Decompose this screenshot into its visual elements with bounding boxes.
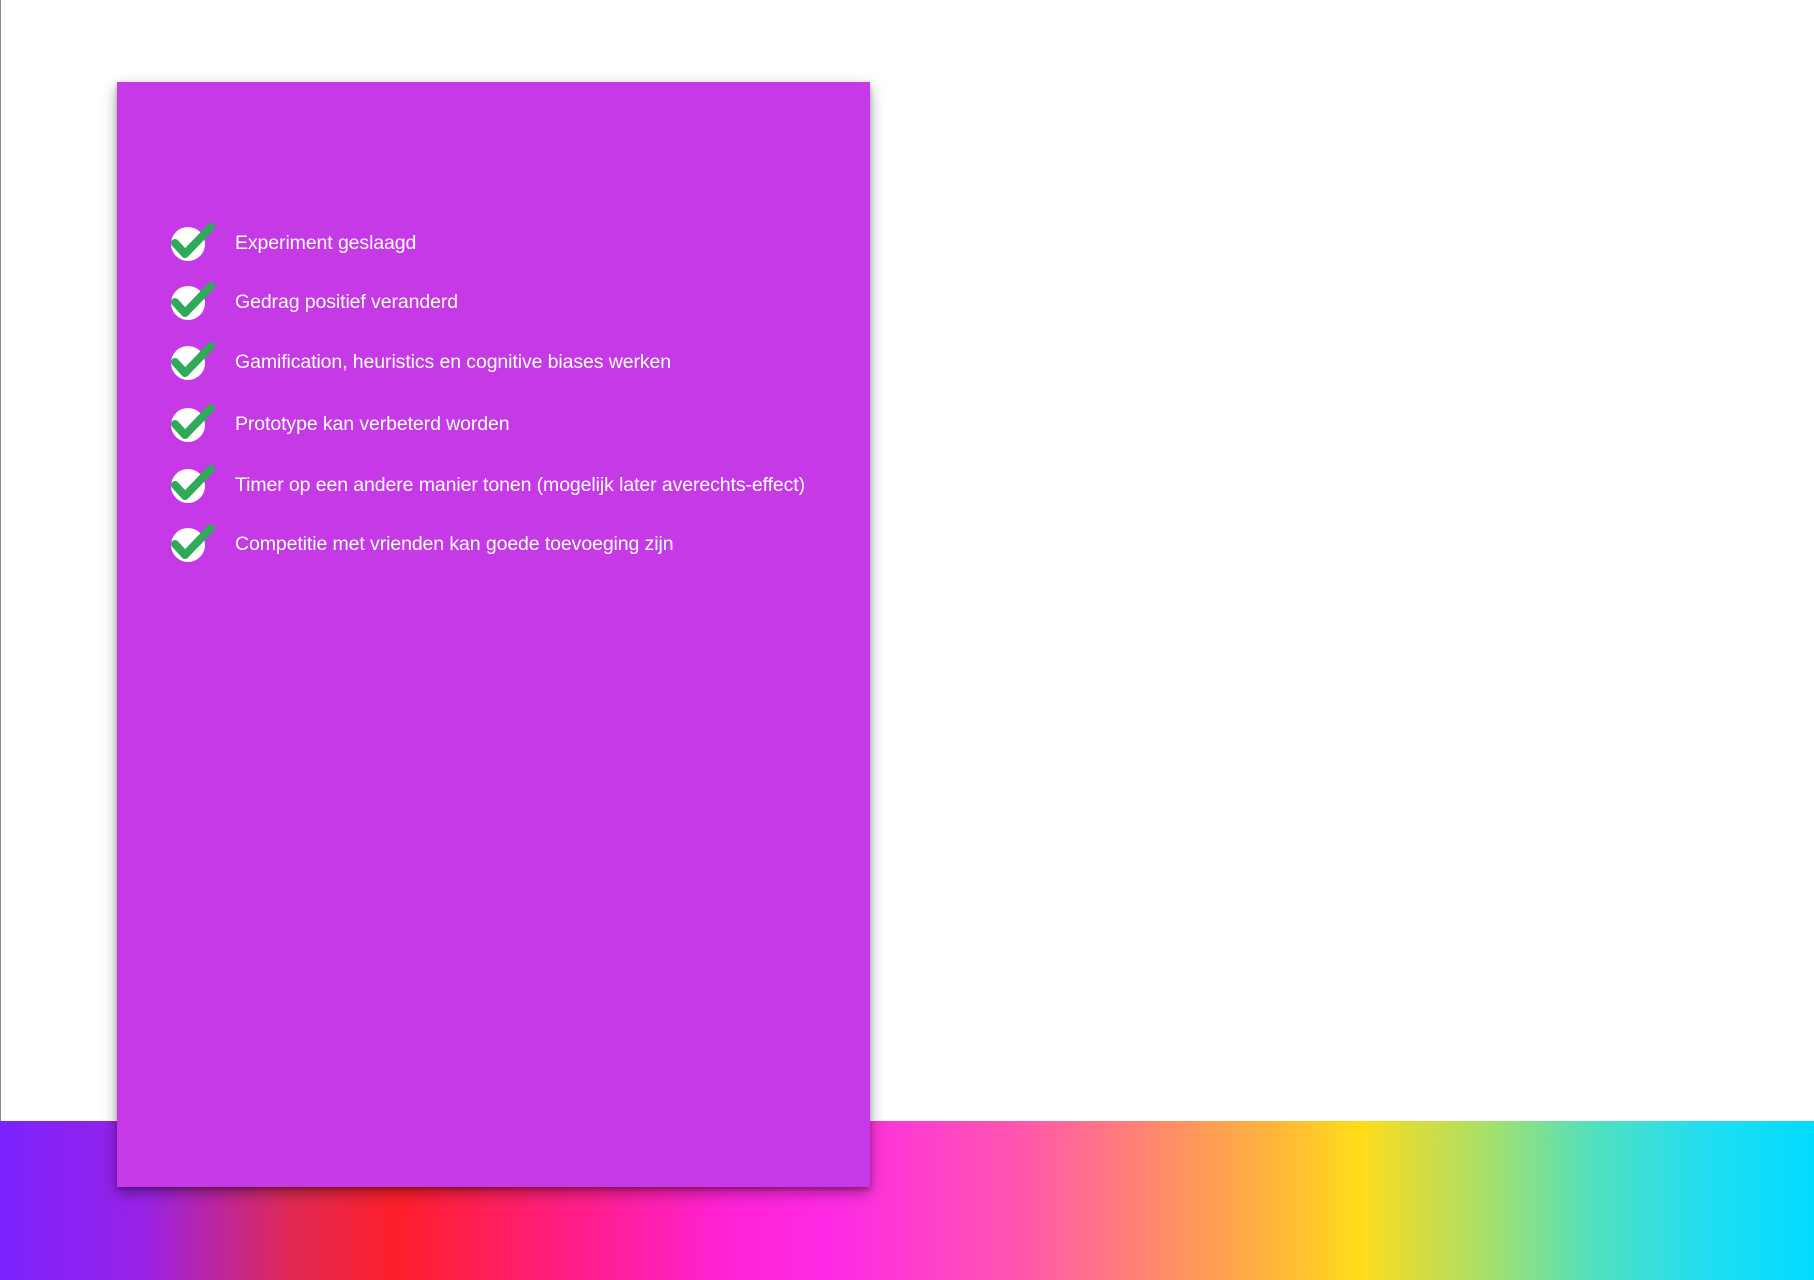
checklist-item-label: Timer op een andere manier tonen (mogeli… [235, 473, 806, 496]
checklist-item-label: Experiment geslaagd [235, 231, 417, 254]
checklist-item-timer: Timer op een andere manier tonen (mogeli… [169, 463, 805, 507]
checklist-item-label: Prototype kan verbeterd worden [235, 412, 510, 435]
checklist-item-label: Gamification, heuristics en cognitive bi… [235, 350, 672, 373]
conclusion-card: Experiment geslaagd Gedrag positief vera… [117, 82, 870, 1187]
checklist-item-label: Gedrag positief veranderd [235, 290, 458, 313]
checklist-item-experiment: Experiment geslaagd [169, 221, 416, 265]
checklist-item-gedrag: Gedrag positief veranderd [169, 280, 458, 324]
checklist-item-gamification: Gamification, heuristics en cognitive bi… [169, 340, 671, 384]
check-circle-icon [171, 524, 215, 562]
checklist-item-prototype: Prototype kan verbeterd worden [169, 402, 510, 446]
check-circle-icon [171, 404, 215, 442]
checklist-item-competitie: Competitie met vrienden kan goede toevoe… [169, 522, 674, 566]
page-left-border [0, 0, 1, 1121]
check-circle-icon [171, 465, 215, 503]
checklist: Experiment geslaagd Gedrag positief vera… [117, 82, 870, 1187]
checklist-item-label: Competitie met vrienden kan goede toevoe… [235, 532, 674, 555]
slide-page: Experiment geslaagd Gedrag positief vera… [0, 0, 1814, 1280]
check-circle-icon [171, 282, 215, 320]
check-circle-icon [171, 342, 215, 380]
check-circle-icon [171, 223, 215, 261]
